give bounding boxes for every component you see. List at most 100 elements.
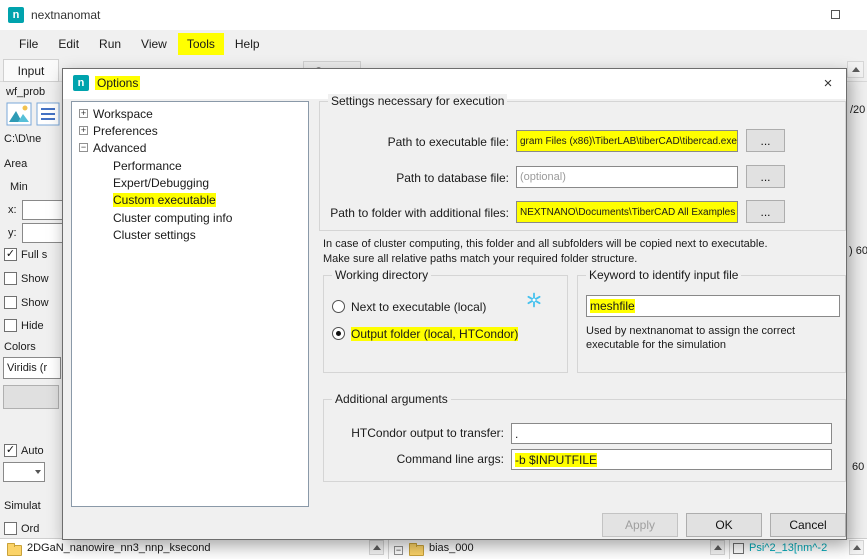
y-input[interactable] <box>22 223 66 243</box>
tree-item-label: Workspace <box>93 107 153 121</box>
tree-item-label: Expert/Debugging <box>113 176 209 190</box>
divider <box>729 538 730 559</box>
x-input[interactable] <box>22 200 66 220</box>
exe-path-label: Path to executable file: <box>388 135 509 149</box>
radio-output-folder[interactable] <box>332 327 345 340</box>
tree-item-workspace[interactable]: + Workspace <box>73 105 153 122</box>
cluster-note-line2: Make sure all relative paths match your … <box>323 253 637 265</box>
auto-select[interactable] <box>3 462 45 482</box>
tree-item-performance[interactable]: Performance <box>73 157 182 174</box>
db-browse-button[interactable]: ... <box>746 165 785 188</box>
apply-button[interactable]: Apply <box>602 513 678 537</box>
partial-button[interactable] <box>3 385 59 409</box>
browse-label: ... <box>760 170 770 184</box>
palette-select[interactable]: Viridis (r <box>3 357 61 379</box>
tree-item-label: Cluster settings <box>113 228 196 242</box>
close-icon: × <box>824 75 833 92</box>
x-label: x: <box>8 204 17 216</box>
tree-item-advanced[interactable]: − Advanced <box>73 139 146 156</box>
file-path-label: C:\D\ne <box>4 133 41 145</box>
auto-label: Auto <box>21 445 44 457</box>
maximize-button[interactable] <box>812 0 858 29</box>
bottom-item-psi[interactable]: Psi^2_13[nm^-2 <box>749 542 827 554</box>
tree-item-expert-debugging[interactable]: Expert/Debugging <box>73 174 209 191</box>
menu-view[interactable]: View <box>132 33 176 55</box>
radio-next-to-executable-label[interactable]: Next to executable (local) <box>351 300 486 314</box>
menu-run[interactable]: Run <box>90 33 130 55</box>
show-checkbox-2[interactable] <box>4 296 17 309</box>
dialog-close-button[interactable]: × <box>812 70 844 96</box>
hide-checkbox[interactable] <box>4 319 17 332</box>
minus-glyph: − <box>396 545 401 555</box>
list-view-icon[interactable] <box>36 102 60 126</box>
dialog-logo-icon: n <box>73 75 89 91</box>
file-tab-label[interactable]: wf_prob <box>6 86 45 98</box>
tree-item-label: Preferences <box>93 124 158 138</box>
db-path-input[interactable]: (optional) <box>516 166 738 188</box>
scroll-up-button[interactable] <box>849 540 864 555</box>
clipped-text-2: ) 60 <box>849 245 867 257</box>
scroll-up-icon <box>714 545 722 550</box>
folder-path-input[interactable]: NEXTNANO\Documents\TiberCAD All Examples <box>516 201 738 223</box>
min-label: Min <box>10 181 28 193</box>
scroll-up-button[interactable] <box>710 540 725 555</box>
show-label-1: Show <box>21 273 49 285</box>
htcondor-output-input[interactable]: . <box>511 423 832 444</box>
tree-item-cluster-settings[interactable]: Cluster settings <box>73 226 196 243</box>
scroll-up-button[interactable] <box>847 61 864 78</box>
check-icon: ✓ <box>6 248 15 260</box>
plot-image-icon[interactable] <box>6 102 32 126</box>
expand-icon[interactable]: + <box>79 126 88 135</box>
keyword-group-title: Keyword to identify input file <box>586 268 741 282</box>
exe-path-input[interactable]: gram Files (x86)\TiberLAB\tiberCAD\tiber… <box>516 130 738 152</box>
cancel-label: Cancel <box>789 518 826 532</box>
order-label: Ord <box>21 523 39 535</box>
scroll-up-icon <box>852 67 860 72</box>
show-checkbox-1[interactable] <box>4 272 17 285</box>
tree-item-label: Performance <box>113 159 182 173</box>
dialog-title: Options <box>95 76 140 90</box>
tree-item-label: Advanced <box>93 141 146 155</box>
menu-help[interactable]: Help <box>226 33 269 55</box>
tab-input[interactable]: Input <box>3 59 59 82</box>
menubar: File Edit Run View Tools Help <box>0 30 867 58</box>
plus-glyph: + <box>81 125 86 135</box>
working-directory-group: Working directory Next to executable (lo… <box>323 275 568 373</box>
cancel-button[interactable]: Cancel <box>770 513 846 537</box>
menu-file[interactable]: File <box>10 33 47 55</box>
exe-browse-button[interactable]: ... <box>746 129 785 152</box>
auto-checkbox[interactable]: ✓ <box>4 444 17 457</box>
radio-next-to-executable[interactable] <box>332 300 345 313</box>
keyword-input[interactable]: meshfile <box>586 295 840 317</box>
ok-button[interactable]: OK <box>686 513 762 537</box>
tree-item-custom-executable[interactable]: Custom executable <box>73 191 216 208</box>
clipped-text-1: /20 <box>850 104 865 116</box>
tree-item-label: Custom executable <box>113 193 216 207</box>
folder-browse-button[interactable]: ... <box>746 200 785 223</box>
keyword-group: Keyword to identify input file meshfile … <box>577 275 846 373</box>
palette-value: Viridis (r <box>7 362 47 374</box>
scroll-up-icon <box>373 545 381 550</box>
order-checkbox[interactable] <box>4 522 17 535</box>
tree-item-label: Cluster computing info <box>113 211 232 225</box>
psi-checkbox[interactable] <box>733 543 744 554</box>
options-tree: + Workspace + Preferences − Advanced Per… <box>71 101 309 507</box>
full-scale-checkbox[interactable]: ✓ <box>4 248 17 261</box>
command-line-args-input[interactable]: -b $INPUTFILE <box>511 449 832 470</box>
collapse-icon[interactable]: − <box>394 546 403 555</box>
tree-item-preferences[interactable]: + Preferences <box>73 122 158 139</box>
scroll-up-button[interactable] <box>369 540 384 555</box>
divider <box>388 538 389 559</box>
tab-input-label: Input <box>18 64 45 78</box>
folder-icon <box>409 545 424 556</box>
bottom-item-folder[interactable]: 2DGaN_nanowire_nn3_nnp_ksecond <box>27 542 210 554</box>
titlebar: n nextnanomat <box>0 0 867 30</box>
expand-icon[interactable]: + <box>79 109 88 118</box>
radio-output-folder-label[interactable]: Output folder (local, HTCondor) <box>351 327 518 341</box>
menu-tools[interactable]: Tools <box>178 33 224 55</box>
bottom-item-bias[interactable]: bias_000 <box>429 542 474 554</box>
collapse-icon[interactable]: − <box>79 143 88 152</box>
full-scale-label: Full s <box>21 249 47 261</box>
tree-item-cluster-computing-info[interactable]: Cluster computing info <box>73 209 232 226</box>
menu-edit[interactable]: Edit <box>49 33 88 55</box>
